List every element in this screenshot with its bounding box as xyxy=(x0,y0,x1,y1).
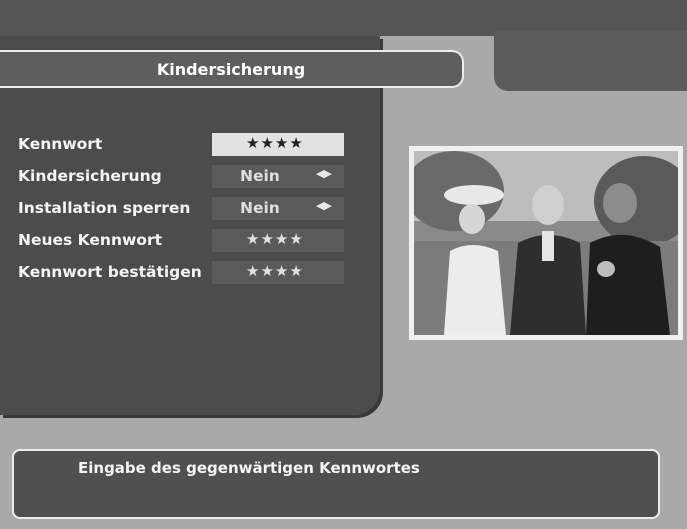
info-box: Eingabe des gegenwärtigen Kennwortes xyxy=(12,449,660,519)
right-header-block xyxy=(494,31,687,91)
settings-menu: Kennwort ★★★★ Kindersicherung Nein ◀▶ In… xyxy=(16,131,346,291)
menu-item-label: Kennwort bestätigen xyxy=(18,263,202,281)
left-right-arrows-icon[interactable]: ◀▶ xyxy=(316,199,332,212)
menu-item-label: Installation sperren xyxy=(18,199,191,217)
info-text: Eingabe des gegenwärtigen Kennwortes xyxy=(78,459,420,477)
menu-item-kennwort-bestaetigen[interactable]: Kennwort bestätigen ★★★★ xyxy=(16,259,346,286)
menu-item-kennwort[interactable]: Kennwort ★★★★ xyxy=(16,131,346,158)
tv-preview-image xyxy=(414,151,678,335)
menu-item-installation-sperren[interactable]: Installation sperren Nein ◀▶ xyxy=(16,195,346,222)
left-right-arrows-icon[interactable]: ◀▶ xyxy=(316,167,332,180)
menu-item-label: Kennwort xyxy=(18,135,103,153)
tv-preview-window xyxy=(409,146,683,340)
password-mask: ★★★★ xyxy=(246,230,304,248)
menu-title-bar: Kindersicherung xyxy=(0,50,464,88)
password-mask: ★★★★ xyxy=(246,134,304,152)
menu-item-neues-kennwort[interactable]: Neues Kennwort ★★★★ xyxy=(16,227,346,254)
menu-item-label: Kindersicherung xyxy=(18,167,162,185)
menu-title: Kindersicherung xyxy=(156,59,306,79)
password-mask: ★★★★ xyxy=(246,262,304,280)
osd-screen: Kindersicherung Kennwort ★★★★ Kindersich… xyxy=(0,0,687,529)
option-value: Nein xyxy=(240,199,280,217)
menu-item-label: Neues Kennwort xyxy=(18,231,162,249)
option-value: Nein xyxy=(240,167,280,185)
menu-item-kindersicherung[interactable]: Kindersicherung Nein ◀▶ xyxy=(16,163,346,190)
